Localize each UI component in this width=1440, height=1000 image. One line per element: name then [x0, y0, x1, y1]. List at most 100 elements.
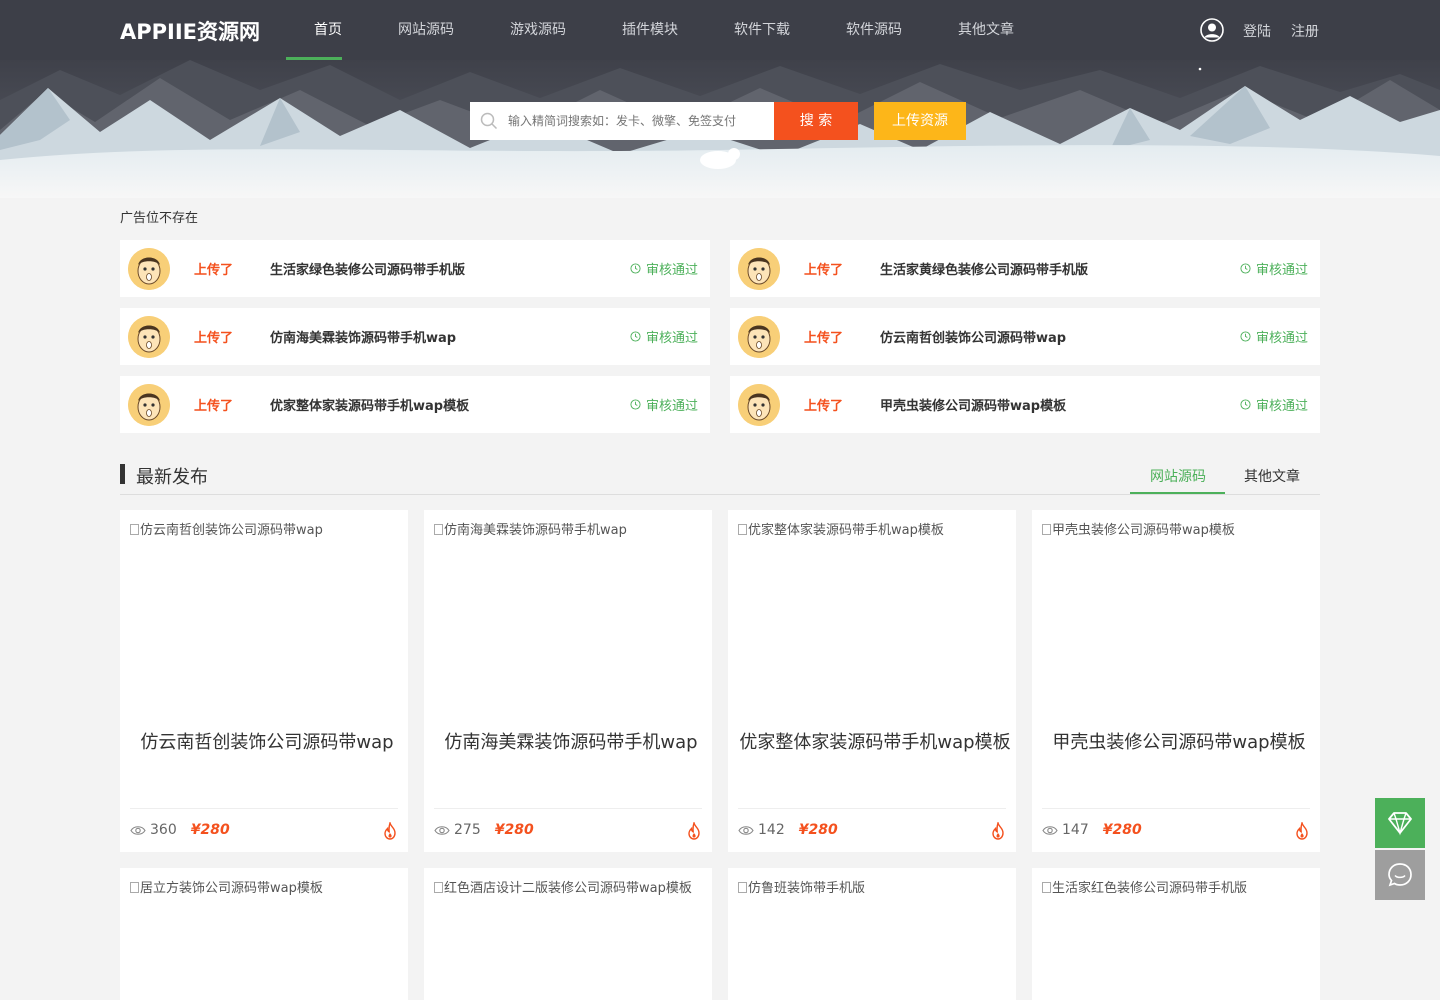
feed-action-label: 上传了 — [804, 331, 844, 346]
card-divider — [130, 808, 398, 809]
nav-item-software-source[interactable]: 软件源码 — [818, 0, 930, 60]
broken-image-icon — [1042, 882, 1051, 893]
status-badge: 审核通过 — [630, 327, 698, 346]
feed-item[interactable]: 上传了 仿云南哲创装饰公司源码带wap 审核通过 — [730, 308, 1320, 365]
login-link[interactable]: 登陆 — [1243, 21, 1271, 41]
avatar[interactable] — [128, 384, 170, 426]
top-navbar: APPIIE资源网 首页 网站源码 游戏源码 插件模块 软件下载 软件源码 其他… — [0, 0, 1440, 60]
product-image-alt: 仿云南哲创装饰公司源码带wap — [140, 523, 323, 538]
avatar[interactable] — [738, 384, 780, 426]
product-card[interactable]: 优家整体家装源码带手机wap模板 优家整体家装源码带手机wap模板 142 ¥280 — [728, 510, 1016, 852]
product-title[interactable]: 仿云南哲创装饰公司源码带wap — [130, 728, 404, 754]
feed-item[interactable]: 上传了 仿南海美霖装饰源码带手机wap 审核通过 — [120, 308, 710, 365]
feed-item[interactable]: 上传了 生活家绿色装修公司源码带手机版 审核通过 — [120, 240, 710, 297]
product-price: ¥280 — [1102, 822, 1142, 838]
broken-image-icon — [1042, 524, 1051, 535]
product-card[interactable]: 红色酒店设计二版装修公司源码带wap模板 — [424, 868, 712, 1000]
broken-image-icon — [130, 882, 139, 893]
product-image-alt: 甲壳虫装修公司源码带wap模板 — [1052, 523, 1235, 538]
feed-action-label: 上传了 — [194, 263, 234, 278]
chat-icon — [1388, 863, 1412, 887]
search-icon — [480, 112, 498, 130]
product-meta: 147 ¥280 — [1042, 822, 1142, 838]
product-title[interactable]: 优家整体家装源码带手机wap模板 — [738, 728, 1012, 754]
feed-title[interactable]: 优家整体家装源码带手机wap模板 — [270, 395, 469, 414]
avatar[interactable] — [738, 248, 780, 290]
upload-resource-button[interactable]: 上传资源 — [874, 102, 966, 140]
product-image-alt: 仿鲁班装饰带手机版 — [748, 881, 866, 896]
user-icon[interactable] — [1200, 18, 1224, 42]
product-card[interactable]: 仿云南哲创装饰公司源码带wap 仿云南哲创装饰公司源码带wap 360 ¥280 — [120, 510, 408, 852]
product-title[interactable]: 仿南海美霖装饰源码带手机wap — [434, 728, 708, 754]
product-card[interactable]: 甲壳虫装修公司源码带wap模板 甲壳虫装修公司源码带wap模板 147 ¥280 — [1032, 510, 1320, 852]
product-card[interactable]: 居立方装饰公司源码带wap模板 — [120, 868, 408, 1000]
tab-other-articles[interactable]: 其他文章 — [1244, 466, 1300, 486]
search-input[interactable] — [508, 102, 768, 140]
fire-icon — [384, 822, 396, 840]
eye-icon — [130, 825, 146, 835]
eye-icon — [1042, 825, 1058, 835]
product-image[interactable]: 甲壳虫装修公司源码带wap模板 — [1042, 521, 1314, 540]
product-card[interactable]: 仿南海美霖装饰源码带手机wap 仿南海美霖装饰源码带手机wap 275 ¥280 — [424, 510, 712, 852]
status-text: 审核通过 — [1255, 399, 1308, 414]
product-title[interactable]: 甲壳虫装修公司源码带wap模板 — [1042, 728, 1316, 754]
search-button[interactable]: 搜 索 — [774, 102, 858, 140]
product-image[interactable]: 优家整体家装源码带手机wap模板 — [738, 521, 1010, 540]
nav-item-website-source[interactable]: 网站源码 — [370, 0, 482, 60]
status-badge: 审核通过 — [1240, 395, 1308, 414]
cartoon-face-icon — [128, 384, 170, 426]
feed-title[interactable]: 仿云南哲创装饰公司源码带wap — [880, 327, 1066, 346]
diamond-icon — [1388, 812, 1412, 836]
section-divider — [120, 494, 1320, 495]
view-count: 275 — [454, 822, 481, 838]
product-image-alt: 优家整体家装源码带手机wap模板 — [748, 523, 944, 538]
product-image[interactable]: 仿鲁班装饰带手机版 — [738, 879, 1010, 898]
feed-title[interactable]: 甲壳虫装修公司源码带wap模板 — [880, 395, 1066, 414]
feed-action-label: 上传了 — [194, 331, 234, 346]
feed-item[interactable]: 上传了 甲壳虫装修公司源码带wap模板 审核通过 — [730, 376, 1320, 433]
product-card[interactable]: 生活家红色装修公司源码带手机版 — [1032, 868, 1320, 1000]
product-image[interactable]: 红色酒店设计二版装修公司源码带wap模板 — [434, 879, 706, 898]
product-image[interactable]: 生活家红色装修公司源码带手机版 — [1042, 879, 1314, 898]
nav-item-software-download[interactable]: 软件下载 — [706, 0, 818, 60]
cartoon-face-icon — [738, 384, 780, 426]
tab-website-source[interactable]: 网站源码 — [1150, 466, 1206, 486]
product-image[interactable]: 居立方装饰公司源码带wap模板 — [130, 879, 402, 898]
vip-float-button[interactable] — [1375, 798, 1425, 848]
site-logo[interactable]: APPIIE资源网 — [120, 16, 260, 46]
status-text: 审核通过 — [645, 399, 698, 414]
card-divider — [1042, 808, 1310, 809]
nav-item-plugins[interactable]: 插件模块 — [594, 0, 706, 60]
nav-item-other-articles[interactable]: 其他文章 — [930, 0, 1042, 60]
avatar[interactable] — [738, 316, 780, 358]
status-badge: 审核通过 — [630, 259, 698, 278]
broken-image-icon — [434, 524, 443, 535]
eye-icon — [738, 825, 754, 835]
feed-title[interactable]: 生活家绿色装修公司源码带手机版 — [270, 259, 465, 278]
ad-placeholder-text: 广告位不存在 — [120, 211, 199, 226]
nav-item-home[interactable]: 首页 — [286, 0, 370, 60]
status-badge: 审核通过 — [1240, 259, 1308, 278]
product-image[interactable]: 仿云南哲创装饰公司源码带wap — [130, 521, 402, 540]
feed-title[interactable]: 生活家黄绿色装修公司源码带手机版 — [880, 259, 1088, 278]
cartoon-face-icon — [738, 316, 780, 358]
product-image[interactable]: 仿南海美霖装饰源码带手机wap — [434, 521, 706, 540]
chat-float-button[interactable] — [1375, 850, 1425, 900]
section-title-latest: 最新发布 — [136, 467, 208, 488]
card-divider — [738, 808, 1006, 809]
cartoon-face-icon — [128, 316, 170, 358]
feed-title[interactable]: 仿南海美霖装饰源码带手机wap — [270, 327, 456, 346]
nav-item-game-source[interactable]: 游戏源码 — [482, 0, 594, 60]
avatar[interactable] — [128, 316, 170, 358]
feed-action-label: 上传了 — [804, 399, 844, 414]
avatar[interactable] — [128, 248, 170, 290]
product-card[interactable]: 仿鲁班装饰带手机版 — [728, 868, 1016, 1000]
feed-item[interactable]: 上传了 优家整体家装源码带手机wap模板 审核通过 — [120, 376, 710, 433]
status-badge: 审核通过 — [1240, 327, 1308, 346]
broken-image-icon — [434, 882, 443, 893]
main-nav: 首页 网站源码 游戏源码 插件模块 软件下载 软件源码 其他文章 — [286, 0, 1042, 60]
register-link[interactable]: 注册 — [1291, 21, 1319, 41]
clock-icon — [1240, 399, 1251, 410]
view-count: 147 — [1062, 822, 1089, 838]
feed-item[interactable]: 上传了 生活家黄绿色装修公司源码带手机版 审核通过 — [730, 240, 1320, 297]
